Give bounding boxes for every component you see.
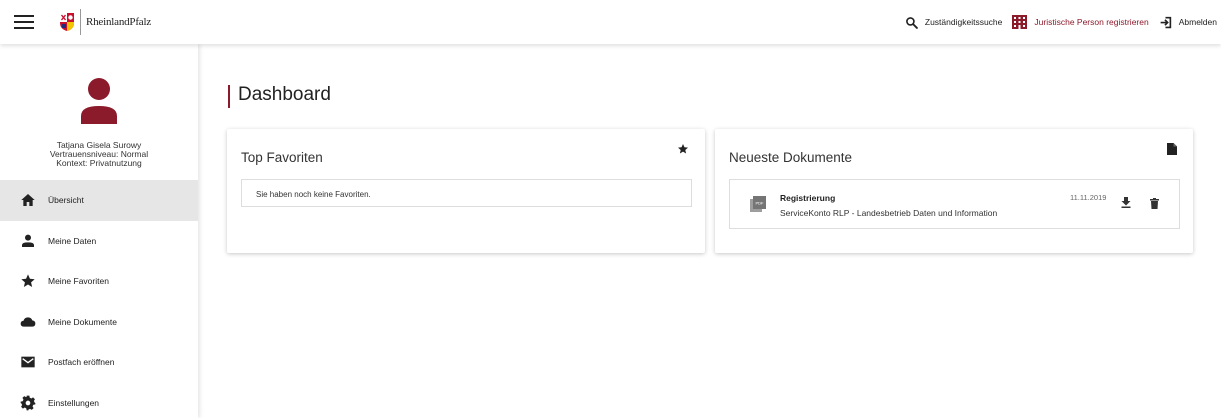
- mail-icon: [21, 356, 35, 368]
- sidebar-item-label: Meine Daten: [48, 235, 97, 246]
- search-responsibility-link[interactable]: Zuständigkeitssuche: [905, 16, 1003, 29]
- sidebar-item-settings[interactable]: Einstellungen: [0, 383, 198, 418]
- delete-icon[interactable]: [1150, 198, 1159, 209]
- user-info: Tatjana Gisela Surowy Vertrauensniveau: …: [0, 141, 198, 168]
- page-title: Dashboard: [238, 84, 331, 105]
- document-title[interactable]: Registrierung: [780, 193, 835, 203]
- sidebar-item-label: Postfach eröffnen: [48, 357, 115, 368]
- brand-separator: [80, 9, 81, 35]
- sidebar-menu: Übersicht Meine Daten Meine Favoriten Me…: [0, 180, 198, 418]
- search-icon: [905, 16, 918, 29]
- search-responsibility-label: Zuständigkeitssuche: [924, 17, 1003, 27]
- document-list-item[interactable]: PDF Registrierung ServiceKonto RLP - Lan…: [729, 179, 1180, 229]
- top-bar: RheinlandPfalz Zuständigkeitssuche Juris…: [0, 0, 1221, 44]
- title-accent-bar: [228, 85, 230, 108]
- pdf-file-icon: PDF: [750, 196, 766, 212]
- user-avatar-icon: [81, 78, 117, 124]
- favorites-card: Top Favoriten Sie haben noch keine Favor…: [227, 129, 705, 253]
- document-date: 11.11.2019: [1070, 193, 1107, 202]
- logout-link[interactable]: Abmelden: [1159, 16, 1217, 29]
- sidebar-item-my-favorites[interactable]: Meine Favoriten: [0, 261, 198, 302]
- documents-card-title: Neueste Dokumente: [729, 150, 853, 165]
- sidebar-item-overview[interactable]: Übersicht: [0, 180, 198, 221]
- building-icon: [1012, 15, 1028, 29]
- home-icon: [21, 194, 35, 207]
- document-icon: [1167, 143, 1177, 155]
- favorites-empty-message: Sie haben noch keine Favoriten.: [241, 179, 692, 207]
- top-navigation: Zuständigkeitssuche Juristische Person r…: [905, 0, 1221, 44]
- logout-label: Abmelden: [1178, 17, 1217, 27]
- gear-icon: [20, 395, 36, 411]
- sidebar: Tatjana Gisela Surowy Vertrauensniveau: …: [0, 44, 198, 418]
- hamburger-menu-icon[interactable]: [14, 15, 34, 29]
- document-subtitle: ServiceKonto RLP - Landesbetrieb Daten u…: [780, 208, 998, 218]
- person-icon: [22, 234, 34, 247]
- sidebar-item-label: Übersicht: [48, 195, 84, 206]
- favorites-card-title: Top Favoriten: [241, 150, 323, 165]
- brand-name: RheinlandPfalz: [86, 16, 152, 28]
- coat-of-arms-icon: [60, 13, 74, 31]
- user-context: Kontext: Privatnutzung: [56, 158, 142, 168]
- cloud-icon: [20, 317, 36, 327]
- sidebar-item-my-data[interactable]: Meine Daten: [0, 221, 198, 262]
- svg-text:PDF: PDF: [756, 201, 765, 206]
- register-legal-person-label: Juristische Person registrieren: [1034, 17, 1149, 27]
- sidebar-item-my-documents[interactable]: Meine Dokumente: [0, 302, 198, 343]
- sidebar-item-label: Meine Dokumente: [48, 316, 117, 327]
- register-legal-person-link[interactable]: Juristische Person registrieren: [1012, 15, 1149, 29]
- sidebar-item-open-mailbox[interactable]: Postfach eröffnen: [0, 342, 198, 383]
- star-icon: [678, 144, 688, 154]
- sidebar-item-label: Meine Favoriten: [48, 276, 109, 287]
- documents-card: Neueste Dokumente PDF Registrierung Serv…: [715, 129, 1193, 253]
- brand-logo[interactable]: RheinlandPfalz: [60, 9, 151, 35]
- sidebar-item-label: Einstellungen: [48, 397, 100, 408]
- download-icon[interactable]: [1121, 197, 1131, 208]
- star-icon: [21, 274, 35, 288]
- logout-icon: [1160, 16, 1171, 28]
